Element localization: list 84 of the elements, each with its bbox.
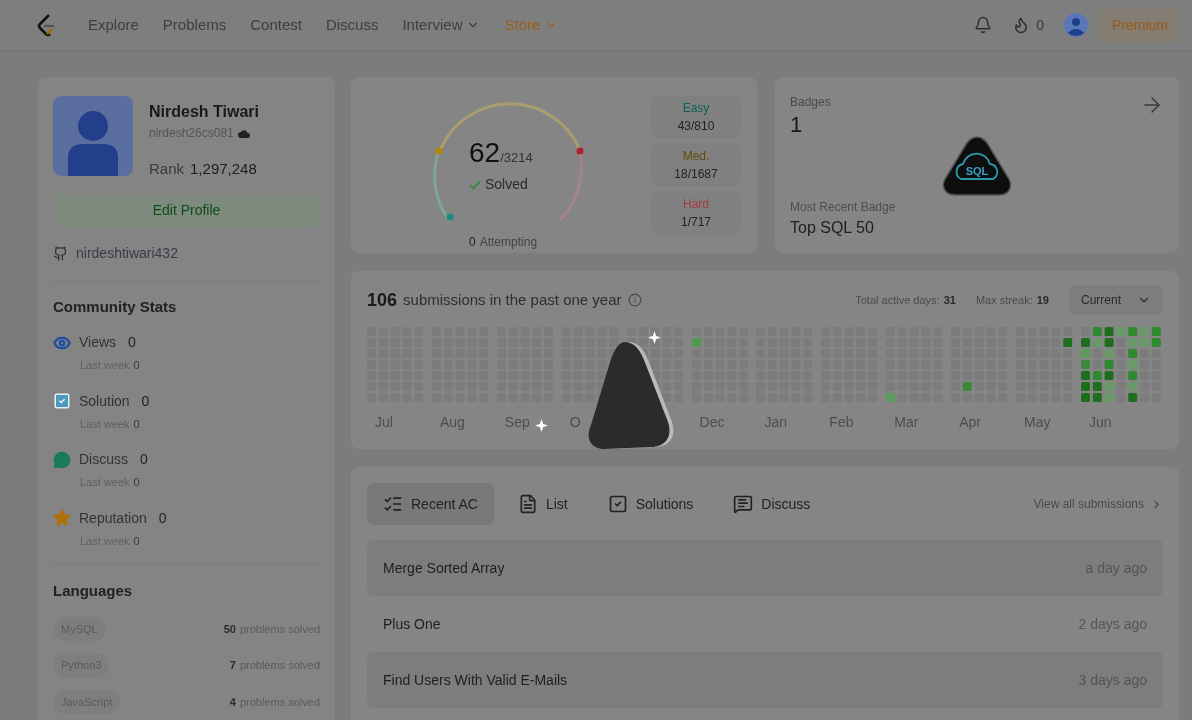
solved-count: 62 (469, 136, 501, 170)
problem-title: Merge Sorted Array (383, 558, 505, 578)
month-label: O (568, 413, 581, 432)
avatar-icon[interactable] (1064, 13, 1088, 37)
check-icon (53, 392, 71, 410)
difficulty-label: Hard (683, 196, 709, 213)
total-count: /3214 (500, 150, 533, 167)
recent-badge-name: Top SQL 50 (790, 218, 875, 238)
submission-count: 106 (367, 288, 398, 312)
tab[interactable]: Recent AC (367, 483, 494, 525)
github-link[interactable]: nirdeshtiwari432 (76, 242, 178, 264)
problem-title: Plus One (383, 614, 441, 634)
check-icon (607, 494, 628, 514)
month-label: Jul (374, 413, 393, 432)
difficulty-label: Easy (682, 100, 710, 117)
rank-value: 1,297,248 (190, 159, 257, 179)
stat-label: Solution (79, 391, 130, 411)
month-label: Feb (828, 413, 854, 432)
checklist-icon (383, 494, 403, 514)
active-days-label: Total active days: (855, 292, 940, 308)
chat-icon (53, 450, 71, 469)
nav-link[interactable]: Problems (162, 13, 227, 37)
tab[interactable]: List (501, 483, 584, 525)
stat-value: 0 (128, 333, 136, 352)
difficulty-count: 1/717 (681, 214, 711, 231)
problem-title: Find Users With Valid E-Mails (383, 670, 568, 690)
section-title: Community Stats (53, 296, 178, 317)
solved-count: 7 (229, 658, 236, 673)
sparkle-icon (648, 331, 661, 344)
stat-value: 0 (158, 508, 167, 528)
nav-link[interactable]: Contest (250, 13, 302, 37)
difficulty-count: 43/810 (677, 118, 715, 135)
difficulty-count: 18/1687 (674, 166, 718, 183)
last-week-value: 0 (133, 475, 140, 490)
stat-value: 0 (140, 450, 148, 469)
stat-label: Discuss (79, 450, 128, 469)
info-icon[interactable] (627, 293, 642, 307)
streak-count: 0 (1036, 15, 1044, 35)
github-icon (53, 245, 68, 261)
badges-count: 1 (790, 111, 804, 139)
stat-label: Views (79, 333, 117, 352)
rank-label: Rank (149, 159, 185, 179)
stat-label: Reputation (79, 508, 147, 528)
month-label: Aug (438, 413, 465, 432)
max-streak-value: 19 (1036, 292, 1049, 308)
nav-link[interactable]: Explore (88, 13, 139, 37)
last-week-value: 0 (133, 358, 140, 373)
sparkle-icon (535, 419, 548, 432)
stat-value: 0 (141, 391, 150, 411)
badge-icon (941, 135, 1013, 197)
nav-menu[interactable]: Interview (402, 13, 481, 37)
tab[interactable]: Discuss (717, 483, 827, 525)
period-dropdown[interactable]: Current (1069, 285, 1163, 315)
month-label: Sep (503, 413, 530, 432)
month-label: May (1023, 413, 1051, 432)
nav-link[interactable]: Discuss (325, 13, 379, 37)
badge-text: SQL (964, 164, 990, 179)
section-title: Languages (53, 581, 134, 601)
edit-profile-button[interactable]: Edit Profile (53, 193, 320, 227)
active-days-value: 31 (943, 292, 956, 308)
month-label: Dec (698, 413, 725, 432)
notification-icon[interactable] (974, 16, 993, 34)
submission-text: submissions in the past one year (403, 289, 622, 310)
chat-icon (733, 494, 754, 514)
user-name: Nirdesh Tiwari (149, 102, 259, 122)
solved-count: 4 (229, 694, 236, 710)
difficulty-label: Med. (682, 148, 710, 165)
attempting-count: 0 (469, 234, 476, 251)
attempting-label: Attempting (479, 234, 538, 251)
cloud-icon (237, 128, 250, 138)
last-week-value: 0 (133, 533, 140, 549)
month-label: Jan (763, 413, 787, 432)
view-all-link[interactable]: View all submissions (1033, 495, 1163, 513)
tab[interactable]: Solutions (591, 483, 710, 525)
solved-count: 50 (223, 621, 236, 637)
last-week-value: 0 (133, 416, 140, 432)
badges-label: Badges (790, 94, 831, 111)
max-streak-label: Max streak: (975, 292, 1033, 308)
check-icon (469, 179, 481, 190)
month-label: Apr (958, 413, 981, 432)
month-label: Mar (893, 413, 919, 432)
star-icon (53, 509, 71, 527)
month-label: Jun (1087, 413, 1112, 432)
solved-label: Solved (485, 175, 528, 194)
